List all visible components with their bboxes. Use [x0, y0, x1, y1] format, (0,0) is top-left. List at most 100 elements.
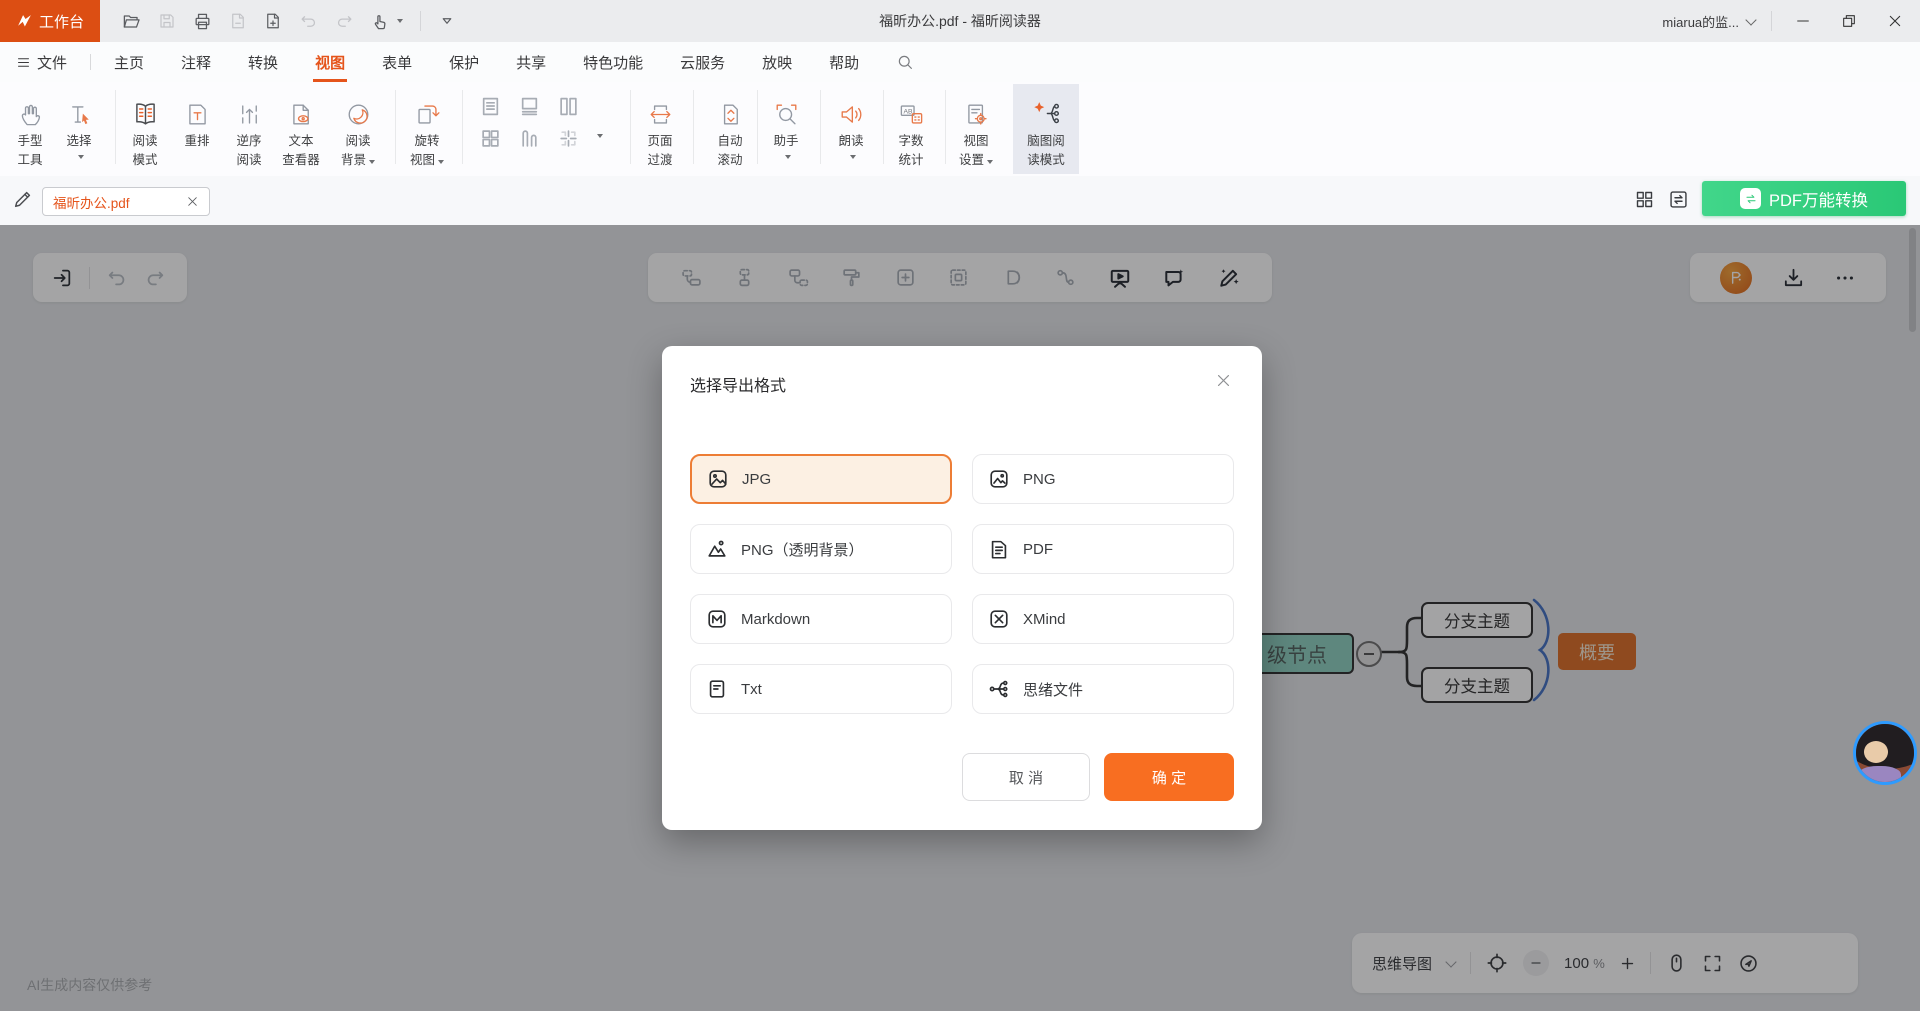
menu-item-convert[interactable]: 转换	[248, 42, 278, 82]
minimize-button[interactable]	[1788, 6, 1818, 36]
ribbon-mindmap-read-mode[interactable]: 脑图阅 读模式	[1014, 86, 1078, 174]
ribbon-read-mode[interactable]: 阅读 模式	[121, 86, 169, 174]
ribbon-divider	[462, 90, 463, 164]
foxit-logo-icon	[16, 13, 33, 30]
close-button[interactable]	[1880, 6, 1910, 36]
dialog-title: 选择导出格式	[690, 372, 786, 396]
quick-access-toolbar	[122, 0, 456, 42]
dropdown-caret-icon	[785, 155, 791, 159]
workspace-button[interactable]: 工作台	[0, 0, 100, 42]
menu-item-view[interactable]: 视图	[315, 42, 345, 82]
dropdown-caret-icon	[78, 155, 84, 159]
export-options: JPG PNG PNG（透明背景） PDF Markdown XMind	[690, 454, 1234, 714]
svg-text:AB: AB	[903, 108, 913, 115]
layout-quad-icon[interactable]	[478, 124, 502, 152]
ribbon-auto-scroll[interactable]: 自动 滚动	[704, 86, 756, 174]
layout-split-icon[interactable]	[556, 124, 580, 152]
export-option-pdf[interactable]: PDF	[972, 524, 1234, 574]
png-image-icon	[988, 468, 1010, 490]
menu-item-file[interactable]: 文件	[16, 42, 67, 82]
ribbon-word-count[interactable]: AB 字数 统计	[885, 86, 937, 174]
save-icon[interactable]	[158, 12, 176, 30]
titlebar-right: miarua的监...	[1662, 0, 1910, 42]
ribbon-read-background[interactable]: 阅读 背景	[332, 86, 384, 174]
mountain-icon	[706, 538, 728, 560]
new-file-icon[interactable]	[264, 12, 282, 30]
close-file-icon[interactable]	[229, 12, 247, 30]
menu-item-present[interactable]: 放映	[762, 42, 792, 82]
document-tab-bar: 福昕办公.pdf PDF万能转换	[0, 176, 1920, 226]
menu-item-form[interactable]: 表单	[382, 42, 412, 82]
open-folder-icon[interactable]	[122, 12, 141, 31]
account-label: miarua的监...	[1662, 12, 1739, 31]
pdf-convert-button[interactable]: PDF万能转换	[1702, 181, 1906, 216]
print-icon[interactable]	[193, 12, 212, 31]
foxit-reader-window: 福昕办公.pdf - 福昕阅读器 工作台 miarua的监...	[0, 0, 1920, 1011]
ribbon-text-viewer[interactable]: 文本 查看器	[273, 86, 329, 174]
tab-switch-icon[interactable]	[1668, 189, 1689, 210]
ribbon-divider	[693, 90, 694, 164]
dropdown-caret-icon	[850, 155, 856, 159]
ribbon-rotate-view[interactable]: 旋转 视图	[401, 86, 453, 174]
ribbon-reflow[interactable]: 重排	[173, 86, 221, 174]
ribbon-page-transition[interactable]: 页面 过渡	[634, 86, 686, 174]
toolbar-divider	[420, 11, 421, 31]
menu-divider	[90, 54, 91, 70]
jpg-image-icon	[707, 468, 729, 490]
assistant-avatar[interactable]	[1853, 721, 1917, 785]
menu-item-cloud[interactable]: 云服务	[680, 42, 725, 82]
pdf-document-icon	[988, 538, 1010, 560]
layout-cover-icon[interactable]	[517, 124, 541, 152]
menu-item-protect[interactable]: 保护	[449, 42, 479, 82]
chevron-down-icon	[1745, 14, 1756, 25]
export-option-png-transparent[interactable]: PNG（透明背景）	[690, 524, 952, 574]
menu-item-comment[interactable]: 注释	[181, 42, 211, 82]
workspace-label: 工作台	[39, 11, 84, 32]
edit-pencil-icon[interactable]	[12, 188, 34, 210]
cancel-button[interactable]: 取 消	[962, 753, 1090, 801]
ribbon-read-aloud[interactable]: 朗读	[827, 86, 875, 174]
menu-item-share[interactable]: 共享	[516, 42, 546, 82]
menu-item-features[interactable]: 特色功能	[583, 42, 643, 82]
convert-arrows-icon	[1740, 188, 1761, 209]
menu-item-help[interactable]: 帮助	[829, 42, 859, 82]
export-option-txt[interactable]: Txt	[690, 664, 952, 714]
menu-item-home[interactable]: 主页	[114, 42, 144, 82]
ribbon-divider	[115, 90, 116, 164]
export-option-jpg[interactable]: JPG	[690, 454, 952, 504]
ribbon-hand-tool[interactable]: 手型 工具	[6, 86, 54, 174]
ribbon-divider	[395, 90, 396, 164]
export-option-markdown[interactable]: Markdown	[690, 594, 952, 644]
ribbon-divider	[883, 90, 884, 164]
ribbon-view-settings[interactable]: 视图 设置	[950, 86, 1002, 174]
dropdown-caret-icon[interactable]	[597, 134, 603, 138]
restore-button[interactable]	[1834, 6, 1864, 36]
hand-pointer-icon[interactable]	[371, 12, 403, 31]
toolbar-divider	[1771, 11, 1772, 31]
layout-single-page-icon[interactable]	[478, 92, 502, 120]
dropdown-caret-icon	[987, 160, 993, 164]
document-tab-label: 福昕办公.pdf	[53, 192, 178, 212]
dialog-close-icon[interactable]	[1215, 372, 1232, 389]
ribbon-reverse-reading[interactable]: 逆序 阅读	[225, 86, 273, 174]
redo-icon[interactable]	[335, 12, 354, 31]
text-file-icon	[706, 678, 728, 700]
ribbon-assistant[interactable]: 助手	[762, 86, 810, 174]
undo-icon[interactable]	[299, 12, 318, 31]
document-tab[interactable]: 福昕办公.pdf	[42, 187, 210, 216]
more-tools-icon[interactable]	[438, 12, 456, 30]
tab-grid-view-icon[interactable]	[1634, 189, 1655, 210]
close-tab-icon[interactable]	[186, 195, 199, 208]
search-icon[interactable]	[896, 42, 914, 82]
export-option-png[interactable]: PNG	[972, 454, 1234, 504]
layout-facing-icon[interactable]	[556, 92, 580, 120]
dropdown-caret-icon	[369, 160, 375, 164]
ribbon-divider	[630, 90, 631, 164]
confirm-button[interactable]: 确 定	[1104, 753, 1234, 801]
export-option-xmind[interactable]: XMind	[972, 594, 1234, 644]
layout-continuous-icon[interactable]	[517, 92, 541, 120]
account-menu[interactable]: miarua的监...	[1662, 12, 1755, 31]
ribbon-select-tool[interactable]: 选择	[57, 86, 101, 174]
tabbar-tools	[1634, 189, 1689, 210]
export-option-mind-file[interactable]: 思绪文件	[972, 664, 1234, 714]
